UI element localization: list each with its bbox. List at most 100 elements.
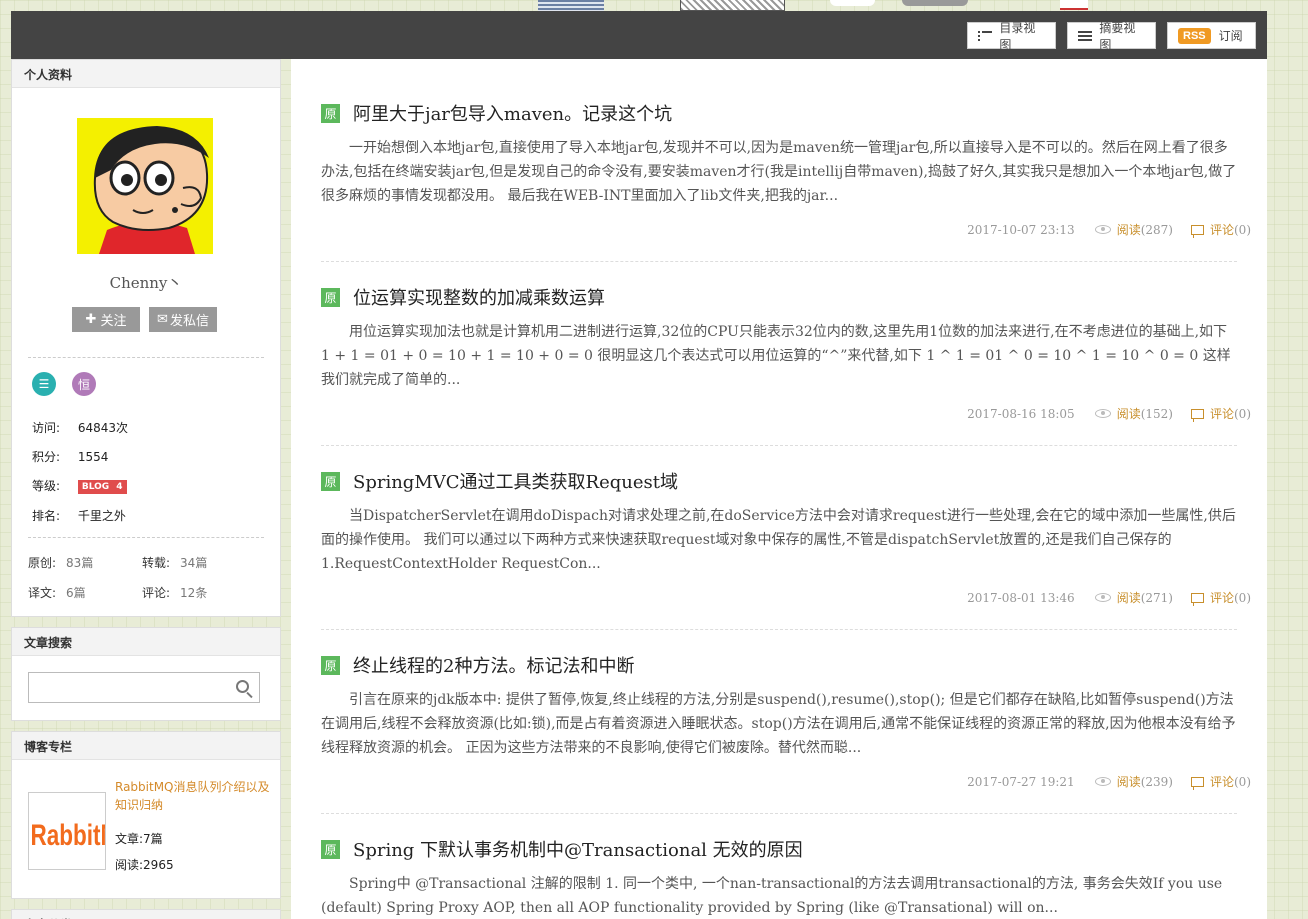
original-label: 原创:	[28, 556, 57, 570]
eye-icon	[1094, 777, 1111, 786]
follow-label: 关注	[100, 314, 127, 329]
article-summary: 引言在原来的jdk版本中: 提供了暂停,恢复,终止线程的方法,分别是suspen…	[321, 692, 1236, 756]
comments-label: 评论:	[142, 586, 171, 600]
comment-icon	[1190, 776, 1204, 790]
blog-column-panel: 博客专栏 RabbitMQ RabbitMQ消息队列介绍以及知识归纳 文章:7篇…	[11, 731, 281, 899]
translated-label: 译文:	[28, 586, 57, 600]
comment-count: (0)	[1234, 774, 1251, 789]
visits-label: 访问:	[32, 421, 61, 435]
subscribe-label: 订阅	[1218, 29, 1243, 43]
divider	[28, 537, 264, 538]
profile-section-title: 个人资料	[12, 60, 280, 88]
plus-icon: ✚	[85, 312, 97, 327]
header-decoration	[830, 0, 875, 6]
article-title-link[interactable]: 位运算实现整数的加减乘数运算	[353, 284, 605, 310]
search-section-title: 文章搜索	[12, 628, 280, 656]
article-divider	[321, 261, 1237, 262]
article-item: 原 Spring 下默认事务机制中@Transactional 无效的原因 Sp…	[321, 838, 1237, 919]
profile-panel: 个人资料 Chenny丶 ✚ 关注 ✉ 发私信 ☰ 恒 访问: 64843次 积…	[11, 59, 281, 617]
read-count-link[interactable]: 阅读 (287)	[1094, 221, 1173, 238]
eye-icon	[1094, 409, 1111, 418]
comment-count-link[interactable]: 评论 (0)	[1190, 773, 1251, 790]
comment-label: 评论	[1209, 775, 1234, 789]
comment-icon	[1190, 408, 1204, 422]
summary-view-button[interactable]: 摘要视图	[1067, 21, 1156, 52]
article-divider	[321, 813, 1237, 814]
article-summary: 用位运算实现加法也就是计算机用二进制进行运算,32位的CPU只能表示32位内的数…	[321, 324, 1231, 388]
comments-value: 12条	[180, 586, 208, 600]
comment-count: (0)	[1234, 590, 1251, 605]
rss-icon: RSS	[1178, 27, 1211, 44]
read-count-link[interactable]: 阅读 (239)	[1094, 773, 1173, 790]
eye-icon	[1094, 225, 1111, 234]
article-divider	[321, 445, 1237, 446]
category-panel: 文章分类	[11, 909, 281, 919]
directory-view-button[interactable]: 目录视图	[967, 21, 1056, 52]
points-value: 1554	[77, 450, 109, 464]
follow-button[interactable]: ✚ 关注	[72, 307, 140, 332]
nickname[interactable]: Chenny丶	[12, 272, 280, 293]
comment-count-link[interactable]: 评论 (0)	[1190, 589, 1251, 606]
article-meta: 2017-07-27 19:21 阅读 (239) 评论 (0)	[967, 773, 1251, 790]
original-badge: 原	[321, 287, 340, 307]
blog-level-badge: BLOG 4	[77, 479, 127, 494]
article-date: 2017-07-27 19:21	[967, 774, 1075, 789]
article-meta: 2017-10-07 23:13 阅读 (287) 评论 (0)	[967, 221, 1251, 238]
send-message-label: 发私信	[169, 314, 209, 329]
rank-label: 排名:	[32, 509, 61, 523]
read-label: 阅读	[1116, 223, 1141, 237]
avatar[interactable]	[77, 118, 213, 254]
level-stat: 等级: BLOG 4	[32, 477, 127, 494]
article-list: 原 阿里大于jar包导入maven。记录这个坑 一开始想倒入本地jar包,直接使…	[291, 59, 1267, 919]
divider	[28, 357, 264, 358]
blog-list-badge-icon[interactable]: ☰	[32, 372, 56, 396]
column-section-title: 博客专栏	[12, 732, 280, 760]
read-count: (271)	[1140, 590, 1173, 605]
summary-view-label: 摘要视图	[1099, 20, 1136, 52]
article-summary: 一开始想倒入本地jar包,直接使用了导入本地jar包,发现并不可以,因为是mav…	[321, 140, 1237, 204]
read-label: 阅读	[1116, 591, 1141, 605]
read-count-link[interactable]: 阅读 (271)	[1094, 589, 1173, 606]
header-decoration	[1060, 0, 1088, 10]
eye-icon	[1094, 593, 1111, 602]
points-label: 积分:	[32, 450, 61, 464]
article-date: 2017-08-16 18:05	[967, 406, 1075, 421]
reprint-value: 34篇	[180, 556, 208, 570]
comment-count-link[interactable]: 评论 (0)	[1190, 221, 1251, 238]
comment-count: (0)	[1234, 406, 1251, 421]
blog-toolbar: 目录视图 摘要视图 RSS 订阅	[11, 11, 1267, 59]
article-item: 原 终止线程的2种方法。标记法和中断 引言在原来的jdk版本中: 提供了暂停,恢…	[321, 654, 1237, 760]
persistence-badge-icon[interactable]: 恒	[72, 372, 96, 396]
send-message-button[interactable]: ✉ 发私信	[149, 307, 217, 332]
article-item: 原 位运算实现整数的加减乘数运算 用位运算实现加法也就是计算机用二进制进行运算,…	[321, 286, 1237, 392]
directory-view-label: 目录视图	[999, 20, 1036, 52]
comment-icon	[1190, 224, 1204, 238]
blog-level-value: 4	[116, 481, 123, 492]
original-value: 83篇	[66, 556, 94, 570]
article-divider	[321, 629, 1237, 630]
comment-label: 评论	[1209, 591, 1234, 605]
article-title-link[interactable]: 终止线程的2种方法。标记法和中断	[353, 652, 634, 678]
article-date: 2017-08-01 13:46	[967, 590, 1075, 605]
read-count: (287)	[1140, 222, 1173, 237]
search-icon[interactable]	[236, 680, 249, 693]
article-title-link[interactable]: 阿里大于jar包导入maven。记录这个坑	[353, 100, 672, 126]
rss-subscribe-button[interactable]: RSS 订阅	[1167, 22, 1256, 49]
article-item: 原 SpringMVC通过工具类获取Request域 当DispatcherSe…	[321, 470, 1237, 576]
blog-level-badge-text: BLOG	[81, 481, 110, 492]
search-input[interactable]	[28, 672, 260, 703]
directory-list-icon	[978, 30, 992, 41]
column-cover-image[interactable]: RabbitMQ	[28, 792, 106, 870]
read-label: 阅读	[1116, 775, 1141, 789]
visits-value: 64843次	[77, 421, 129, 435]
article-meta: 2017-08-01 13:46 阅读 (271) 评论 (0)	[967, 589, 1251, 606]
translated-value: 6篇	[66, 586, 86, 600]
comment-count-link[interactable]: 评论 (0)	[1190, 405, 1251, 422]
article-title-link[interactable]: SpringMVC通过工具类获取Request域	[353, 468, 678, 494]
read-count-link[interactable]: 阅读 (152)	[1094, 405, 1173, 422]
original-count: 原创: 83篇	[28, 554, 93, 571]
read-count: (152)	[1140, 406, 1173, 421]
column-title-link[interactable]: RabbitMQ消息队列介绍以及知识归纳	[115, 778, 270, 814]
rank-stat: 排名: 千里之外	[32, 507, 126, 524]
article-title-link[interactable]: Spring 下默认事务机制中@Transactional 无效的原因	[353, 836, 803, 862]
